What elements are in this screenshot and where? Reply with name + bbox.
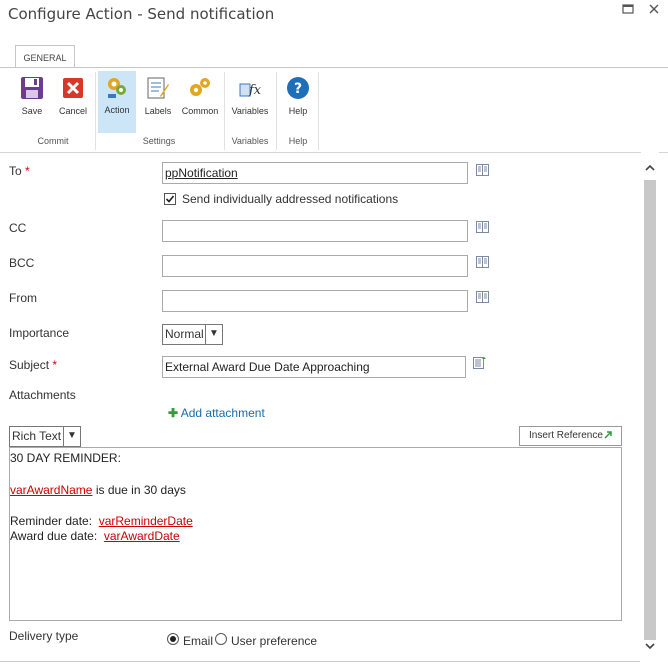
address-book-icon[interactable] [476,256,489,268]
save-icon [20,76,44,100]
help-label: Help [288,106,308,116]
address-book-icon[interactable] [476,221,489,233]
body-text: is due in 30 days [95,483,186,497]
delivery-email-radio[interactable] [167,633,179,645]
to-label: To * [9,164,30,178]
scroll-down-icon[interactable] [644,640,656,652]
from-field[interactable] [162,290,468,312]
common-settings-icon [188,76,212,100]
insert-lookup-icon[interactable] [473,357,486,369]
bcc-field[interactable] [162,255,468,277]
subject-label-text: Subject [9,358,50,372]
required-marker: * [25,164,30,178]
insert-reference-icon [603,429,613,447]
variable-token[interactable]: varAwardName [10,483,92,497]
common-button[interactable]: Common [180,72,220,128]
labels-button[interactable]: Labels [140,72,176,128]
insert-reference-label: Insert Reference [529,430,603,441]
cc-field[interactable] [162,220,468,242]
add-attachment-link[interactable]: ✚ Add attachment [168,406,265,420]
save-label: Save [21,106,43,116]
group-label-settings: Settings [142,136,176,146]
tab-general[interactable]: GENERAL [15,45,75,69]
action-button[interactable]: Action [98,71,136,133]
required-marker: * [52,358,58,372]
format-select[interactable]: Rich Text ▼ [9,426,81,447]
ribbon-tabs: GENERAL [0,38,668,69]
delivery-user-preference-label: User preference [231,634,318,648]
importance-label: Importance [9,326,70,340]
body-line: Reminder date: varReminderDate [10,514,621,529]
cc-label: CC [9,221,27,235]
variables-fx-icon: fx [238,76,262,100]
group-divider [318,72,319,150]
labels-label: Labels [144,106,172,116]
group-divider [224,72,225,150]
variables-button[interactable]: fx Variables [228,72,272,128]
importance-value: Normal [165,327,204,341]
address-book-icon[interactable] [476,164,489,176]
svg-text:fx: fx [248,83,262,98]
chevron-down-icon: ▼ [63,427,80,446]
form-bottom-divider [0,661,640,662]
action-label: Action [104,105,130,115]
group-label-variables: Variables [231,136,269,146]
help-button[interactable]: ? Help [281,72,315,128]
body-line: Award due date: varAwardDate [10,529,621,544]
group-label-help: Help [288,136,308,146]
add-attachment-text: Add attachment [180,406,265,420]
action-icon [105,75,129,99]
subject-field[interactable]: External Award Due Date Approaching [162,356,466,378]
message-body-editor[interactable]: 30 DAY REMINDER: varAwardName is due in … [9,447,622,621]
group-divider [95,72,96,150]
cancel-button[interactable]: Cancel [55,72,91,128]
delivery-user-preference-radio[interactable] [215,633,227,645]
save-button[interactable]: Save [14,72,50,128]
dialog-title: Configure Action - Send notification [8,5,275,23]
radio-selected-dot [170,636,176,642]
svg-text:?: ? [294,81,302,97]
address-book-icon[interactable] [476,291,489,303]
send-individually-label: Send individually addressed notification… [182,192,399,206]
close-icon[interactable] [647,3,661,17]
group-label-commit: Commit [37,136,69,146]
variables-label: Variables [231,106,269,116]
labels-icon [146,76,170,100]
group-divider [276,72,277,150]
plus-icon: ✚ [168,406,179,420]
delivery-type-label: Delivery type [9,629,79,643]
to-field-value: ppNotification [165,166,238,180]
maximize-icon[interactable] [621,3,635,17]
variable-token[interactable]: varReminderDate [99,514,193,528]
to-field[interactable]: ppNotification [162,162,468,184]
help-icon: ? [286,76,310,100]
common-label: Common [181,106,219,116]
to-label-text: To [9,164,22,178]
subject-label: Subject * [9,358,57,372]
ribbon: Save Cancel Commit Action Labels Common … [0,67,668,153]
body-text: Reminder date: [10,514,93,528]
chevron-down-icon: ▼ [205,325,222,344]
cancel-icon [61,76,85,100]
body-line: varAwardName is due in 30 days [10,483,621,498]
from-label: From [9,291,37,305]
vertical-scrollbar[interactable] [641,152,659,662]
scroll-up-icon[interactable] [644,162,656,174]
delivery-email-label: Email [183,634,214,648]
title-bar: Configure Action - Send notification [0,0,668,38]
importance-select[interactable]: Normal ▼ [162,324,223,345]
body-heading: 30 DAY REMINDER: [10,451,121,465]
bcc-label: BCC [9,256,35,270]
attachments-label: Attachments [9,388,76,402]
body-text: Award due date: [10,529,98,543]
variable-token[interactable]: varAwardDate [104,529,180,543]
format-value: Rich Text [12,429,62,443]
cancel-label: Cancel [58,106,87,116]
insert-reference-button[interactable]: Insert Reference [519,426,622,446]
scrollbar-thumb[interactable] [644,180,656,640]
send-individually-checkbox[interactable] [164,193,176,205]
